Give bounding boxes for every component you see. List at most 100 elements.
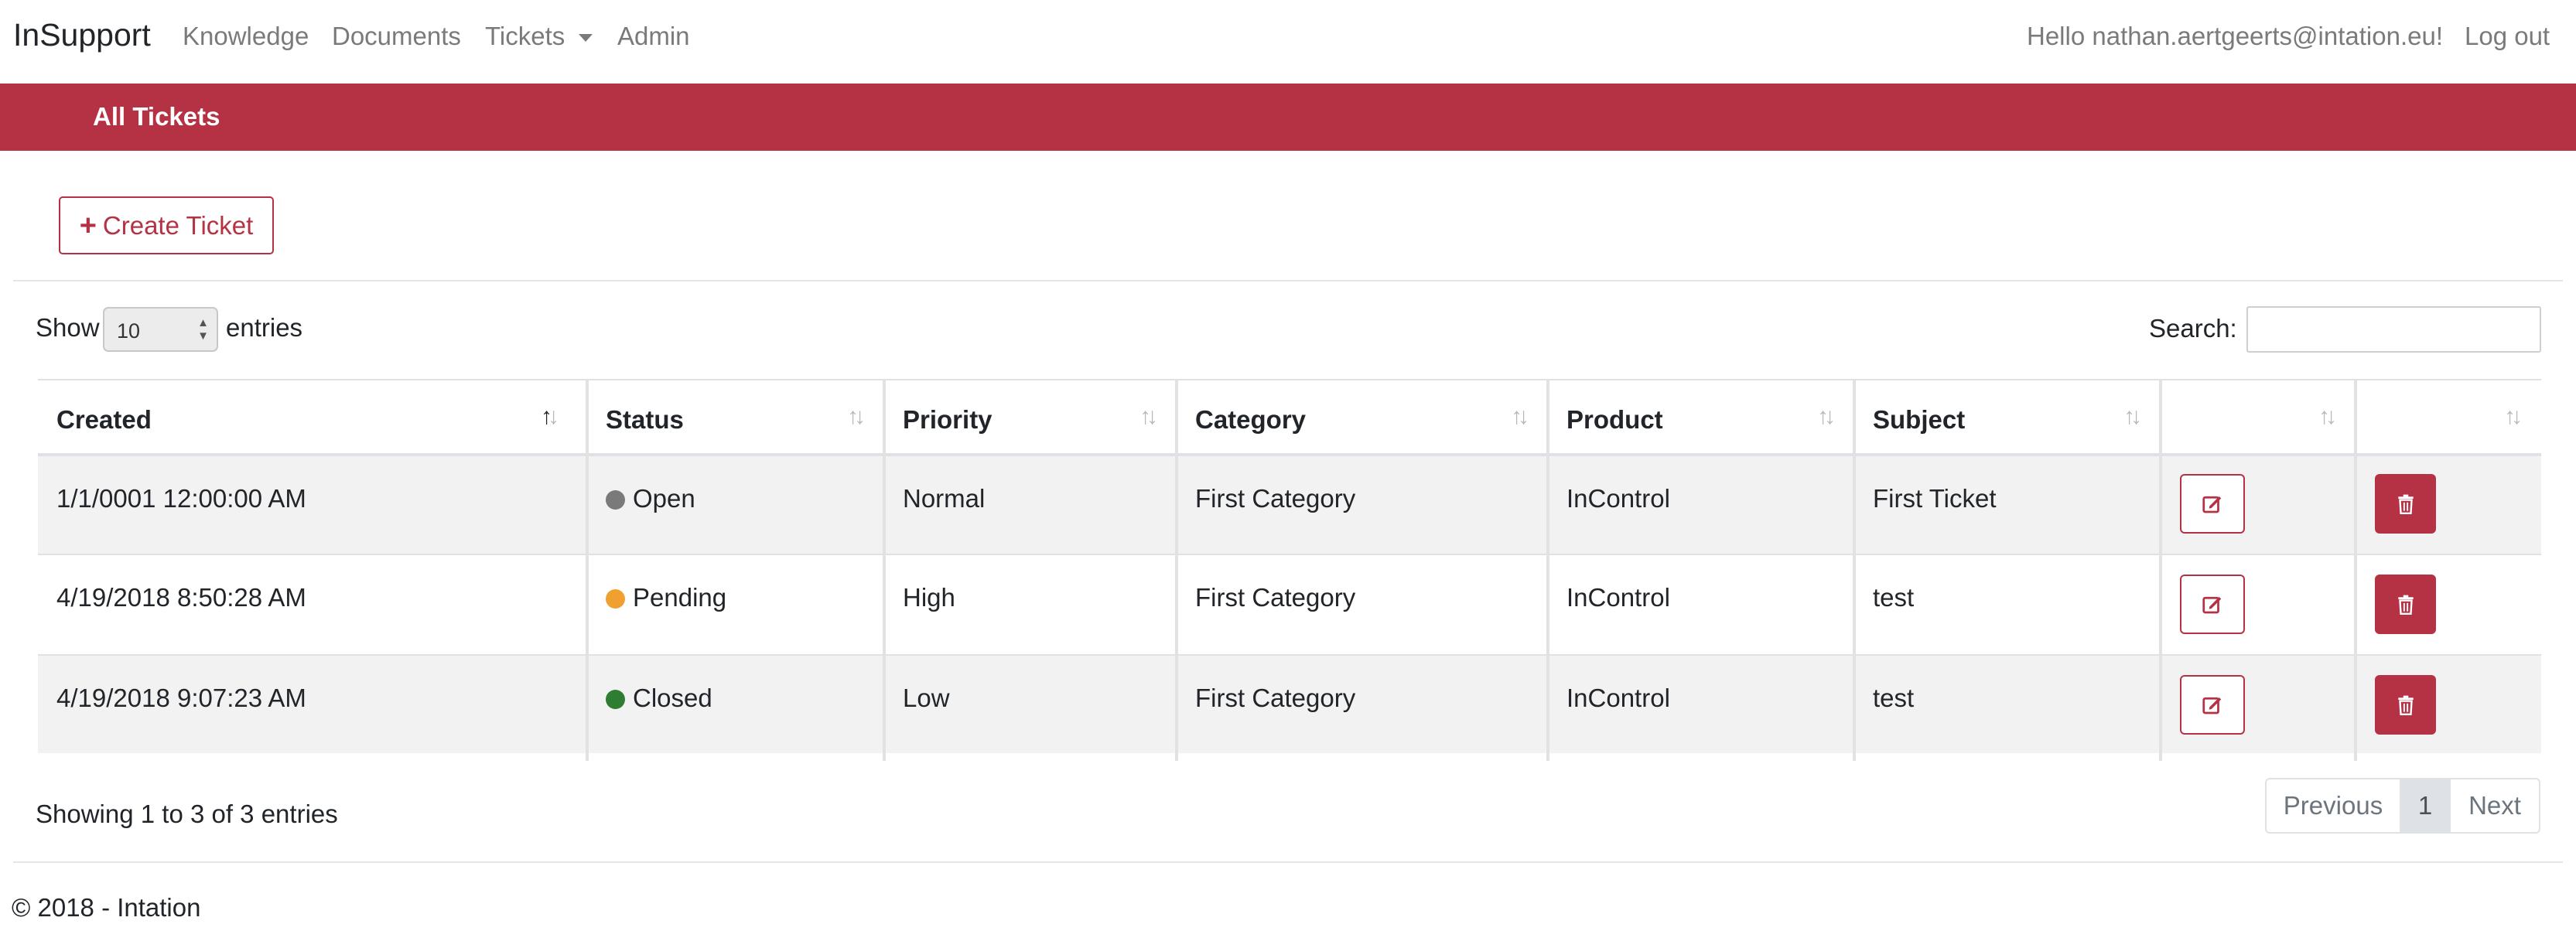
page-title: All Tickets — [93, 102, 220, 131]
delete-button[interactable] — [2375, 575, 2436, 634]
column-title: Created — [56, 405, 152, 434]
edit-button[interactable] — [2180, 675, 2245, 735]
status-dot-icon — [606, 490, 625, 510]
logout-link[interactable]: Log out — [2465, 22, 2550, 51]
tickets-table: Created ↑↓ Status ↑↓ Priority ↑↓ Categor… — [38, 379, 2541, 761]
edit-icon — [2202, 596, 2222, 613]
nav-link-documents[interactable]: Documents — [332, 22, 461, 51]
cell-status: Pending — [606, 583, 726, 612]
column-header-subject[interactable]: Subject ↑↓ — [1854, 380, 2161, 455]
cell-status: Open — [606, 484, 695, 513]
nav-link-tickets-label: Tickets — [485, 22, 565, 50]
status-text: Pending — [633, 583, 727, 612]
status-text: Open — [633, 484, 695, 513]
cell-priority: High — [903, 583, 955, 612]
create-ticket-button[interactable]: + Create Ticket — [59, 196, 274, 254]
column-header-edit[interactable]: ↑↓ — [2161, 380, 2356, 455]
sort-ascending-icon: ↑↓ — [541, 404, 559, 429]
column-divider — [1175, 379, 1178, 761]
edit-button[interactable] — [2180, 474, 2245, 534]
column-divider — [2354, 379, 2357, 761]
cell-priority: Normal — [903, 484, 986, 513]
column-header-delete[interactable]: ↑↓ — [2356, 380, 2541, 455]
column-title: Status — [606, 405, 684, 434]
cell-subject: First Ticket — [1873, 484, 1997, 513]
column-header-status[interactable]: Status ↑↓ — [587, 380, 884, 455]
nav-link-admin[interactable]: Admin — [617, 22, 690, 51]
cell-category: First Category — [1195, 684, 1356, 712]
page-header-band: All Tickets — [0, 84, 2576, 151]
table-row: 1/1/0001 12:00:00 AM Open Normal First C… — [38, 456, 2541, 554]
brand-logo[interactable]: InSupport — [13, 17, 151, 53]
cell-priority: Low — [903, 684, 950, 712]
edit-icon — [2202, 496, 2222, 513]
sort-icon: ↑↓ — [2123, 404, 2142, 429]
divider — [13, 280, 2563, 281]
sort-icon: ↑↓ — [1511, 404, 1529, 429]
search-input[interactable] — [2246, 306, 2541, 353]
show-label: Show — [36, 313, 100, 342]
top-navbar: InSupport Knowledge Documents Tickets Ad… — [0, 0, 2576, 80]
user-greeting: Hello nathan.aertgeerts@intation.eu! — [2027, 22, 2444, 50]
page-1-button[interactable]: 1 — [2401, 778, 2451, 834]
select-arrows-icon: ▲ ▼ — [197, 316, 209, 343]
cell-created: 1/1/0001 12:00:00 AM — [56, 484, 306, 513]
status-text: Closed — [633, 684, 712, 712]
sort-icon: ↑↓ — [2318, 404, 2337, 429]
column-title: Category — [1195, 405, 1307, 434]
create-ticket-label: Create Ticket — [102, 210, 254, 240]
entries-label: entries — [226, 313, 303, 342]
trash-icon — [2397, 494, 2414, 514]
search-label: Search: — [2149, 314, 2237, 343]
column-divider — [1546, 379, 1549, 761]
nav-link-tickets[interactable]: Tickets — [485, 22, 593, 51]
cell-subject: test — [1873, 583, 1915, 612]
column-header-created[interactable]: Created ↑↓ — [38, 380, 587, 455]
cell-category: First Category — [1195, 484, 1356, 513]
entries-length-select[interactable]: 10 ▲ ▼ — [103, 307, 218, 352]
trash-icon — [2397, 595, 2414, 615]
sort-icon: ↑↓ — [1817, 404, 1836, 429]
column-divider — [1853, 379, 1856, 761]
pagination: Previous 1 Next — [2265, 778, 2540, 834]
column-title: Priority — [903, 405, 992, 434]
cell-created: 4/19/2018 8:50:28 AM — [56, 583, 306, 612]
cell-subject: test — [1873, 684, 1915, 712]
footer-copyright: © 2018 - Intation — [12, 893, 201, 922]
delete-button[interactable] — [2375, 474, 2436, 534]
sort-icon: ↑↓ — [1139, 404, 1158, 429]
cell-created: 4/19/2018 9:07:23 AM — [56, 684, 306, 712]
plus-icon: + — [79, 209, 97, 242]
column-divider — [586, 379, 589, 761]
chevron-down-icon — [579, 34, 593, 43]
column-header-priority[interactable]: Priority ↑↓ — [884, 380, 1177, 455]
status-dot-icon — [606, 589, 625, 609]
cell-status: Closed — [606, 684, 712, 713]
delete-button[interactable] — [2375, 675, 2436, 735]
cell-product: InControl — [1566, 484, 1670, 513]
column-title: Product — [1566, 405, 1663, 434]
table-row: 4/19/2018 9:07:23 AM Closed Low First Ca… — [38, 656, 2541, 753]
status-dot-icon — [606, 690, 625, 709]
entries-length-value: 10 — [117, 319, 141, 343]
trash-icon — [2397, 695, 2414, 715]
footer-divider — [13, 861, 2563, 863]
edit-icon — [2202, 697, 2222, 714]
nav-link-knowledge[interactable]: Knowledge — [183, 22, 309, 51]
sort-icon: ↑↓ — [847, 404, 866, 429]
cell-product: InControl — [1566, 583, 1670, 612]
previous-page-button[interactable]: Previous — [2265, 778, 2401, 834]
table-row: 4/19/2018 8:50:28 AM Pending High First … — [38, 555, 2541, 653]
sort-icon: ↑↓ — [2504, 404, 2523, 429]
column-divider — [883, 379, 886, 761]
edit-button[interactable] — [2180, 575, 2245, 634]
column-header-category[interactable]: Category ↑↓ — [1177, 380, 1548, 455]
table-header-row: Created ↑↓ Status ↑↓ Priority ↑↓ Categor… — [38, 379, 2541, 456]
cell-product: InControl — [1566, 684, 1670, 712]
next-page-button[interactable]: Next — [2451, 778, 2540, 834]
column-title: Subject — [1873, 405, 1966, 434]
table-info: Showing 1 to 3 of 3 entries — [36, 800, 338, 828]
column-header-product[interactable]: Product ↑↓ — [1548, 380, 1854, 455]
cell-category: First Category — [1195, 583, 1356, 612]
column-divider — [2159, 379, 2162, 761]
